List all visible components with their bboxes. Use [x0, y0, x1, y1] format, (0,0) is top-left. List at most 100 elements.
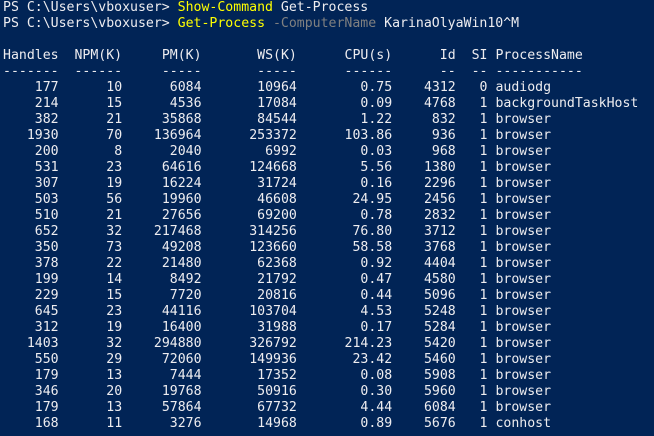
cell-cpu: 1.22: [360, 112, 393, 127]
cell-npm: 8: [114, 144, 123, 159]
cell-id: 936: [431, 128, 456, 143]
cell-handles: 1930: [26, 128, 59, 143]
column-header-si: --: [471, 64, 488, 79]
cell-si: 1: [479, 304, 488, 319]
cell-pm: 3276: [169, 416, 202, 431]
cell-processname: browser: [495, 176, 552, 191]
table-row: 510 21 27656 69200 0.78 2832 1 browser: [3, 208, 654, 224]
column-header-npm: ------: [74, 64, 123, 79]
cell-pm: 217468: [153, 224, 202, 239]
cell-si: 1: [479, 320, 488, 335]
cell-handles: 177: [34, 80, 59, 95]
cell-id: 968: [431, 144, 456, 159]
cell-handles: 307: [34, 176, 59, 191]
cell-npm: 15: [106, 96, 123, 111]
cell-handles: 179: [34, 400, 59, 415]
cell-processname: browser: [495, 368, 552, 383]
cell-ws: 46608: [257, 192, 297, 207]
cell-si: 1: [479, 400, 488, 415]
cell-si: 1: [479, 384, 488, 399]
cell-processname: browser: [495, 320, 552, 335]
cell-cpu: 0.09: [360, 96, 393, 111]
column-header-npm: NPM(K): [74, 48, 123, 63]
cell-cpu: 103.86: [344, 128, 393, 143]
table-row: 312 19 16400 31988 0.17 5284 1 browser: [3, 320, 654, 336]
cell-si: 1: [479, 176, 488, 191]
cell-pm: 64616: [161, 160, 202, 175]
cell-cpu: 58.58: [352, 240, 393, 255]
cell-handles: 179: [34, 368, 59, 383]
cell-si: 1: [479, 368, 488, 383]
cell-si: 1: [479, 128, 488, 143]
cell-handles: 312: [34, 320, 59, 335]
column-header-ws: -----: [257, 64, 297, 79]
cell-pm: 16224: [161, 176, 202, 191]
cell-ws: 253372: [249, 128, 297, 143]
cmdlet-show-command: Show-Command: [177, 0, 273, 15]
cell-handles: 378: [34, 256, 59, 271]
cell-ws: 31724: [257, 176, 297, 191]
cell-pm: 57864: [161, 400, 202, 415]
cell-cpu: 0.47: [360, 272, 393, 287]
cell-npm: 15: [106, 288, 123, 303]
cell-cpu: 0.92: [360, 256, 393, 271]
table-row: 550 29 72060 149936 23.42 5460 1 browser: [3, 352, 654, 368]
cell-npm: 73: [106, 240, 123, 255]
table-row: 350 73 49208 123660 58.58 3768 1 browser: [3, 240, 654, 256]
cell-processname: backgroundTaskHost: [495, 96, 639, 111]
cell-ws: 314256: [249, 224, 297, 239]
cell-ws: 17352: [257, 368, 297, 383]
cell-cpu: 76.80: [352, 224, 393, 239]
column-header-processname: ProcessName: [495, 48, 583, 63]
cmdlet-get-process: Get-Process: [177, 16, 266, 31]
cell-id: 832: [431, 112, 456, 127]
cell-npm: 70: [106, 128, 123, 143]
table-row: 307 19 16224 31724 0.16 2296 1 browser: [3, 176, 654, 192]
cell-id: 6084: [423, 400, 456, 415]
cell-npm: 56: [106, 192, 123, 207]
table-row: 378 22 21480 62368 0.92 4404 1 browser: [3, 256, 654, 272]
cell-cpu: 5.56: [360, 160, 393, 175]
cell-npm: 19: [106, 320, 123, 335]
table-row: 652 32 217468 314256 76.80 3712 1 browse…: [3, 224, 654, 240]
cell-si: 1: [479, 352, 488, 367]
cell-pm: 7444: [169, 368, 202, 383]
column-header-si: SI: [471, 48, 488, 63]
cell-npm: 22: [106, 256, 123, 271]
prompt-line-1: PS C:\Users\vboxuser> Show-Command Get-P…: [3, 0, 654, 16]
cell-processname: conhost: [495, 416, 552, 431]
cell-processname: browser: [495, 240, 552, 255]
cell-handles: 199: [34, 272, 59, 287]
parameter-computername: -ComputerName: [272, 16, 377, 31]
cell-pm: 19768: [161, 384, 202, 399]
cell-id: 2832: [423, 208, 456, 223]
column-header-pm: PM(K): [161, 48, 202, 63]
column-header-handles: Handles: [3, 48, 59, 63]
table-row: 177 10 6084 10964 0.75 4312 0 audiodg: [3, 80, 654, 96]
cell-pm: 4536: [169, 96, 202, 111]
cell-id: 4404: [423, 256, 456, 271]
cell-handles: 350: [34, 240, 59, 255]
table-row: 179 13 7444 17352 0.08 5908 1 browser: [3, 368, 654, 384]
cell-cpu: 0.78: [360, 208, 393, 223]
table-row: 229 15 7720 20816 0.44 5096 1 browser: [3, 288, 654, 304]
cell-si: 1: [479, 144, 488, 159]
cell-ws: 67732: [257, 400, 297, 415]
cell-id: 2296: [423, 176, 456, 191]
cell-ws: 123660: [249, 240, 297, 255]
cell-handles: 652: [34, 224, 59, 239]
cell-si: 1: [479, 96, 488, 111]
cell-processname: browser: [495, 112, 552, 127]
powershell-console[interactable]: PS C:\Users\vboxuser> Show-Command Get-P…: [0, 0, 654, 436]
cell-handles: 550: [34, 352, 59, 367]
column-header-handles: -------: [3, 64, 59, 79]
cell-id: 5284: [423, 320, 456, 335]
cell-cpu: 0.03: [360, 144, 393, 159]
cell-processname: browser: [495, 128, 552, 143]
cell-id: 5420: [423, 336, 456, 351]
cell-pm: 19960: [161, 192, 202, 207]
cell-pm: 136964: [153, 128, 202, 143]
cell-pm: 7720: [169, 288, 202, 303]
cell-handles: 503: [34, 192, 59, 207]
